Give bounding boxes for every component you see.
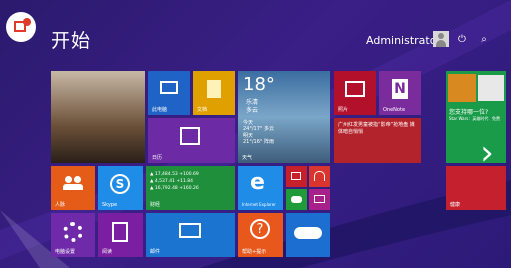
store-text: 您支持哪一位? — [449, 109, 489, 116]
tile-label: OneNote — [383, 107, 406, 113]
finance-line: ▲ 4,537.41 +11.84 — [150, 179, 194, 184]
music-tile[interactable] — [309, 166, 330, 187]
calendar-icon — [180, 127, 200, 145]
video-tile[interactable] — [286, 166, 307, 187]
tile-label: 日历 — [152, 155, 163, 161]
store-app-image — [478, 75, 504, 101]
photos-tile[interactable] — [51, 71, 145, 163]
camera-tile[interactable] — [309, 189, 330, 210]
weather-today-range: 24°/17° 多云 — [243, 126, 274, 132]
tile-label: 帮助+提示 — [242, 249, 267, 255]
cloud-icon — [294, 227, 322, 239]
finance-tile[interactable]: ▲ 17,484.53 +100.69 ▲ 4,537.41 +11.84 ▲ … — [146, 166, 235, 210]
mail-tile[interactable]: 邮件 — [146, 213, 235, 257]
finance-line: ▲ 17,484.53 +100.69 — [150, 172, 199, 177]
photo-image — [51, 71, 145, 163]
store-price: 免费 — [492, 116, 500, 121]
camera-icon — [314, 195, 325, 203]
tile-label: 健康 — [450, 202, 461, 208]
news-tile[interactable]: 广州红发男童被指“影帝”抢地盘 媒体暗自悄悄 — [334, 118, 421, 163]
folder-icon — [207, 80, 221, 98]
user-avatar-icon[interactable] — [433, 31, 449, 47]
games-tile[interactable] — [286, 189, 307, 210]
chevron-right-icon[interactable]: › — [470, 133, 504, 173]
tile-label: 文档 — [197, 107, 208, 113]
picture-icon — [345, 81, 365, 97]
tile-label: 天气 — [242, 155, 253, 161]
photos-app-tile[interactable]: 照片 — [334, 71, 376, 115]
power-icon[interactable]: ⏻ — [455, 32, 469, 46]
internet-explorer-tile[interactable]: e Internet Explorer — [238, 166, 283, 210]
tile-label: 电脑设置 — [55, 249, 76, 255]
calendar-tile[interactable]: 日历 — [148, 118, 235, 163]
ie-icon: e — [250, 170, 265, 195]
user-name[interactable]: Administrator — [366, 34, 441, 47]
pc-settings-tile[interactable]: 电脑设置 — [51, 213, 95, 257]
weather-condition: 多云 — [246, 107, 259, 114]
video-icon — [291, 172, 301, 180]
tile-label: 人脉 — [55, 202, 66, 208]
tile-label: 邮件 — [150, 249, 161, 255]
gamepad-icon — [291, 196, 302, 203]
monitor-icon — [160, 81, 178, 94]
tile-label: 财经 — [150, 202, 161, 208]
tile-label: 照片 — [338, 107, 349, 113]
onenote-tile[interactable]: N OneNote — [379, 71, 421, 115]
page-title: 开始 — [51, 30, 92, 52]
gear-icon — [63, 222, 83, 242]
envelope-icon — [179, 223, 201, 238]
store-app-image — [448, 74, 476, 102]
help-tips-tile[interactable]: ? 帮助+提示 — [238, 213, 283, 257]
store-subtitle: Star Wars：英雄时代 — [449, 116, 489, 121]
onedrive-tile[interactable] — [286, 213, 330, 257]
onenote-icon: N — [392, 79, 408, 99]
question-icon: ? — [250, 219, 270, 239]
tile-label: Skype — [102, 202, 118, 208]
this-pc-tile[interactable]: 此电脑 — [148, 71, 190, 115]
weather-tile[interactable]: 18° 乐清 多云 今天 24°/17° 多云 明天 21°/16° 阵雨 天气 — [238, 71, 330, 163]
reading-list-tile[interactable]: 阅读 — [98, 213, 143, 257]
tile-label: Internet Explorer — [242, 202, 276, 207]
headphones-icon — [314, 171, 325, 181]
tile-label: 阅读 — [102, 249, 113, 255]
search-icon[interactable]: ⌕ — [477, 32, 491, 46]
documents-tile[interactable]: 文档 — [193, 71, 235, 115]
weather-tomorrow-range: 21°/16° 阵雨 — [243, 139, 274, 145]
tile-label: 此电脑 — [152, 107, 168, 113]
skype-tile[interactable]: S Skype — [98, 166, 143, 210]
people-tile[interactable]: 人脉 — [51, 166, 95, 210]
weather-temp: 18° — [243, 74, 275, 95]
skype-icon: S — [110, 174, 130, 194]
finance-line: ▲ 16,792.48 +160.26 — [150, 186, 199, 191]
people-icon — [63, 176, 83, 190]
book-icon — [112, 222, 128, 242]
logo-badge-icon — [6, 12, 36, 42]
news-headline: 广州红发男童被指“影帝”抢地盘 媒体暗自悄悄 — [338, 122, 415, 135]
